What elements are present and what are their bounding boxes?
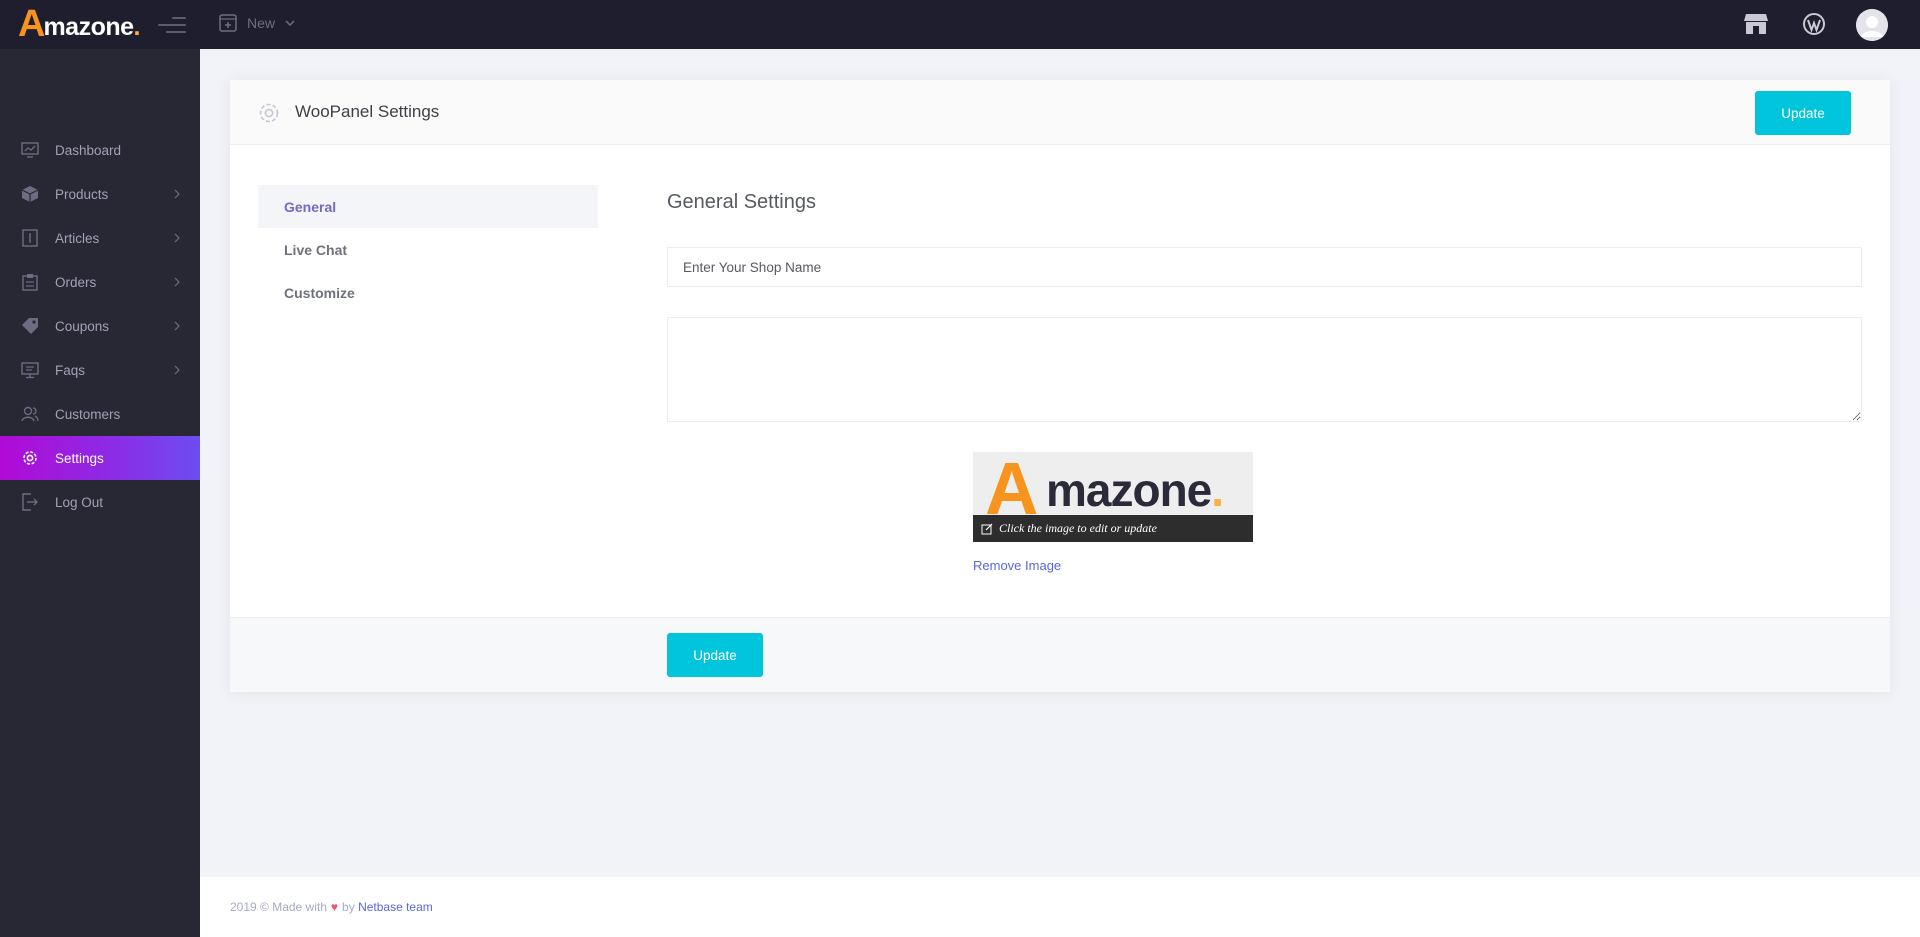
menu-toggle-icon[interactable] <box>158 16 186 34</box>
netbase-link[interactable]: Netbase team <box>358 900 433 914</box>
dashboard-icon <box>21 142 39 158</box>
sidebar-item-dashboard[interactable]: Dashboard <box>0 128 200 172</box>
heart-icon: ♥ <box>330 900 339 914</box>
edit-icon <box>981 523 993 534</box>
sidebar-item-articles[interactable]: Articles <box>0 216 200 260</box>
page-footer: 2019 © Made with ♥ by Netbase team <box>200 877 1920 937</box>
image-caption: Click the image to edit or update <box>973 515 1253 542</box>
remove-image-link[interactable]: Remove Image <box>973 558 1061 573</box>
gear-icon <box>259 103 279 123</box>
clipboard-icon <box>22 274 38 291</box>
chevron-right-icon <box>174 321 180 331</box>
store-icon[interactable] <box>1743 12 1769 36</box>
brand-dot: . <box>133 13 141 41</box>
sidebar-item-label: Faqs <box>55 362 86 378</box>
user-icon <box>1856 9 1888 41</box>
top-bar: A mazone . New <box>0 0 1920 49</box>
box-icon <box>21 186 39 202</box>
card-header: WooPanel Settings Update <box>230 80 1890 145</box>
sidebar-item-coupons[interactable]: Coupons <box>0 304 200 348</box>
chevron-right-icon <box>174 277 180 287</box>
monitor-icon <box>21 362 39 379</box>
sidebar-item-label: Customers <box>55 406 121 422</box>
section-title: General Settings <box>667 191 816 213</box>
sidebar-item-label: Orders <box>55 274 97 290</box>
update-button[interactable]: Update <box>1755 91 1851 135</box>
tab-customize[interactable]: Customize <box>258 271 598 314</box>
settings-tabs: General Live Chat Customize <box>258 185 598 314</box>
chevron-right-icon <box>174 365 180 375</box>
wordpress-icon[interactable] <box>1802 12 1826 36</box>
tab-live-chat[interactable]: Live Chat <box>258 228 598 271</box>
brand-name: mazone <box>43 13 134 41</box>
sidebar-item-orders[interactable]: Orders <box>0 260 200 304</box>
settings-card: WooPanel Settings Update General Live Ch… <box>230 80 1890 692</box>
sidebar: Dashboard Products Articles Orders Coupo… <box>0 49 200 937</box>
chevron-right-icon <box>174 189 180 199</box>
shop-description-textarea[interactable] <box>667 317 1862 422</box>
new-button-label: New <box>247 15 276 31</box>
sidebar-item-label: Settings <box>55 450 104 466</box>
update-button-bottom[interactable]: Update <box>667 633 763 677</box>
logo-name: mazone. <box>1046 464 1224 516</box>
shop-name-input[interactable] <box>667 247 1862 287</box>
users-icon <box>21 406 39 422</box>
sidebar-item-logout[interactable]: Log Out <box>0 480 200 524</box>
brand-letter: A <box>18 3 45 45</box>
new-button[interactable]: New <box>219 14 295 32</box>
shop-logo-image[interactable]: A mazone. Click the image to edit or upd… <box>973 452 1253 542</box>
sidebar-item-label: Articles <box>55 230 100 246</box>
gear-icon <box>23 451 37 465</box>
sidebar-item-faqs[interactable]: Faqs <box>0 348 200 392</box>
sidebar-item-products[interactable]: Products <box>0 172 200 216</box>
page-title: WooPanel Settings <box>295 102 440 121</box>
tag-icon <box>22 318 38 334</box>
logout-icon <box>22 493 38 511</box>
chevron-down-icon <box>285 20 295 26</box>
add-square-icon <box>219 14 237 32</box>
chevron-right-icon <box>174 233 180 243</box>
article-icon <box>22 229 38 247</box>
sidebar-item-label: Coupons <box>55 318 110 334</box>
card-footer: Update <box>230 617 1890 692</box>
sidebar-item-customers[interactable]: Customers <box>0 392 200 436</box>
sidebar-item-label: Log Out <box>55 494 104 510</box>
tab-general[interactable]: General <box>258 185 598 228</box>
user-avatar[interactable] <box>1856 9 1888 41</box>
image-caption-text: Click the image to edit or update <box>999 521 1157 535</box>
sidebar-nav: Dashboard Products Articles Orders Coupo… <box>0 128 200 524</box>
brand-logo[interactable]: A mazone . <box>18 3 141 45</box>
footer-text: 2019 © Made with ♥ by Netbase team <box>230 900 433 914</box>
sidebar-item-label: Products <box>55 186 109 202</box>
sidebar-item-settings[interactable]: Settings <box>0 436 200 480</box>
sidebar-item-label: Dashboard <box>55 142 122 158</box>
